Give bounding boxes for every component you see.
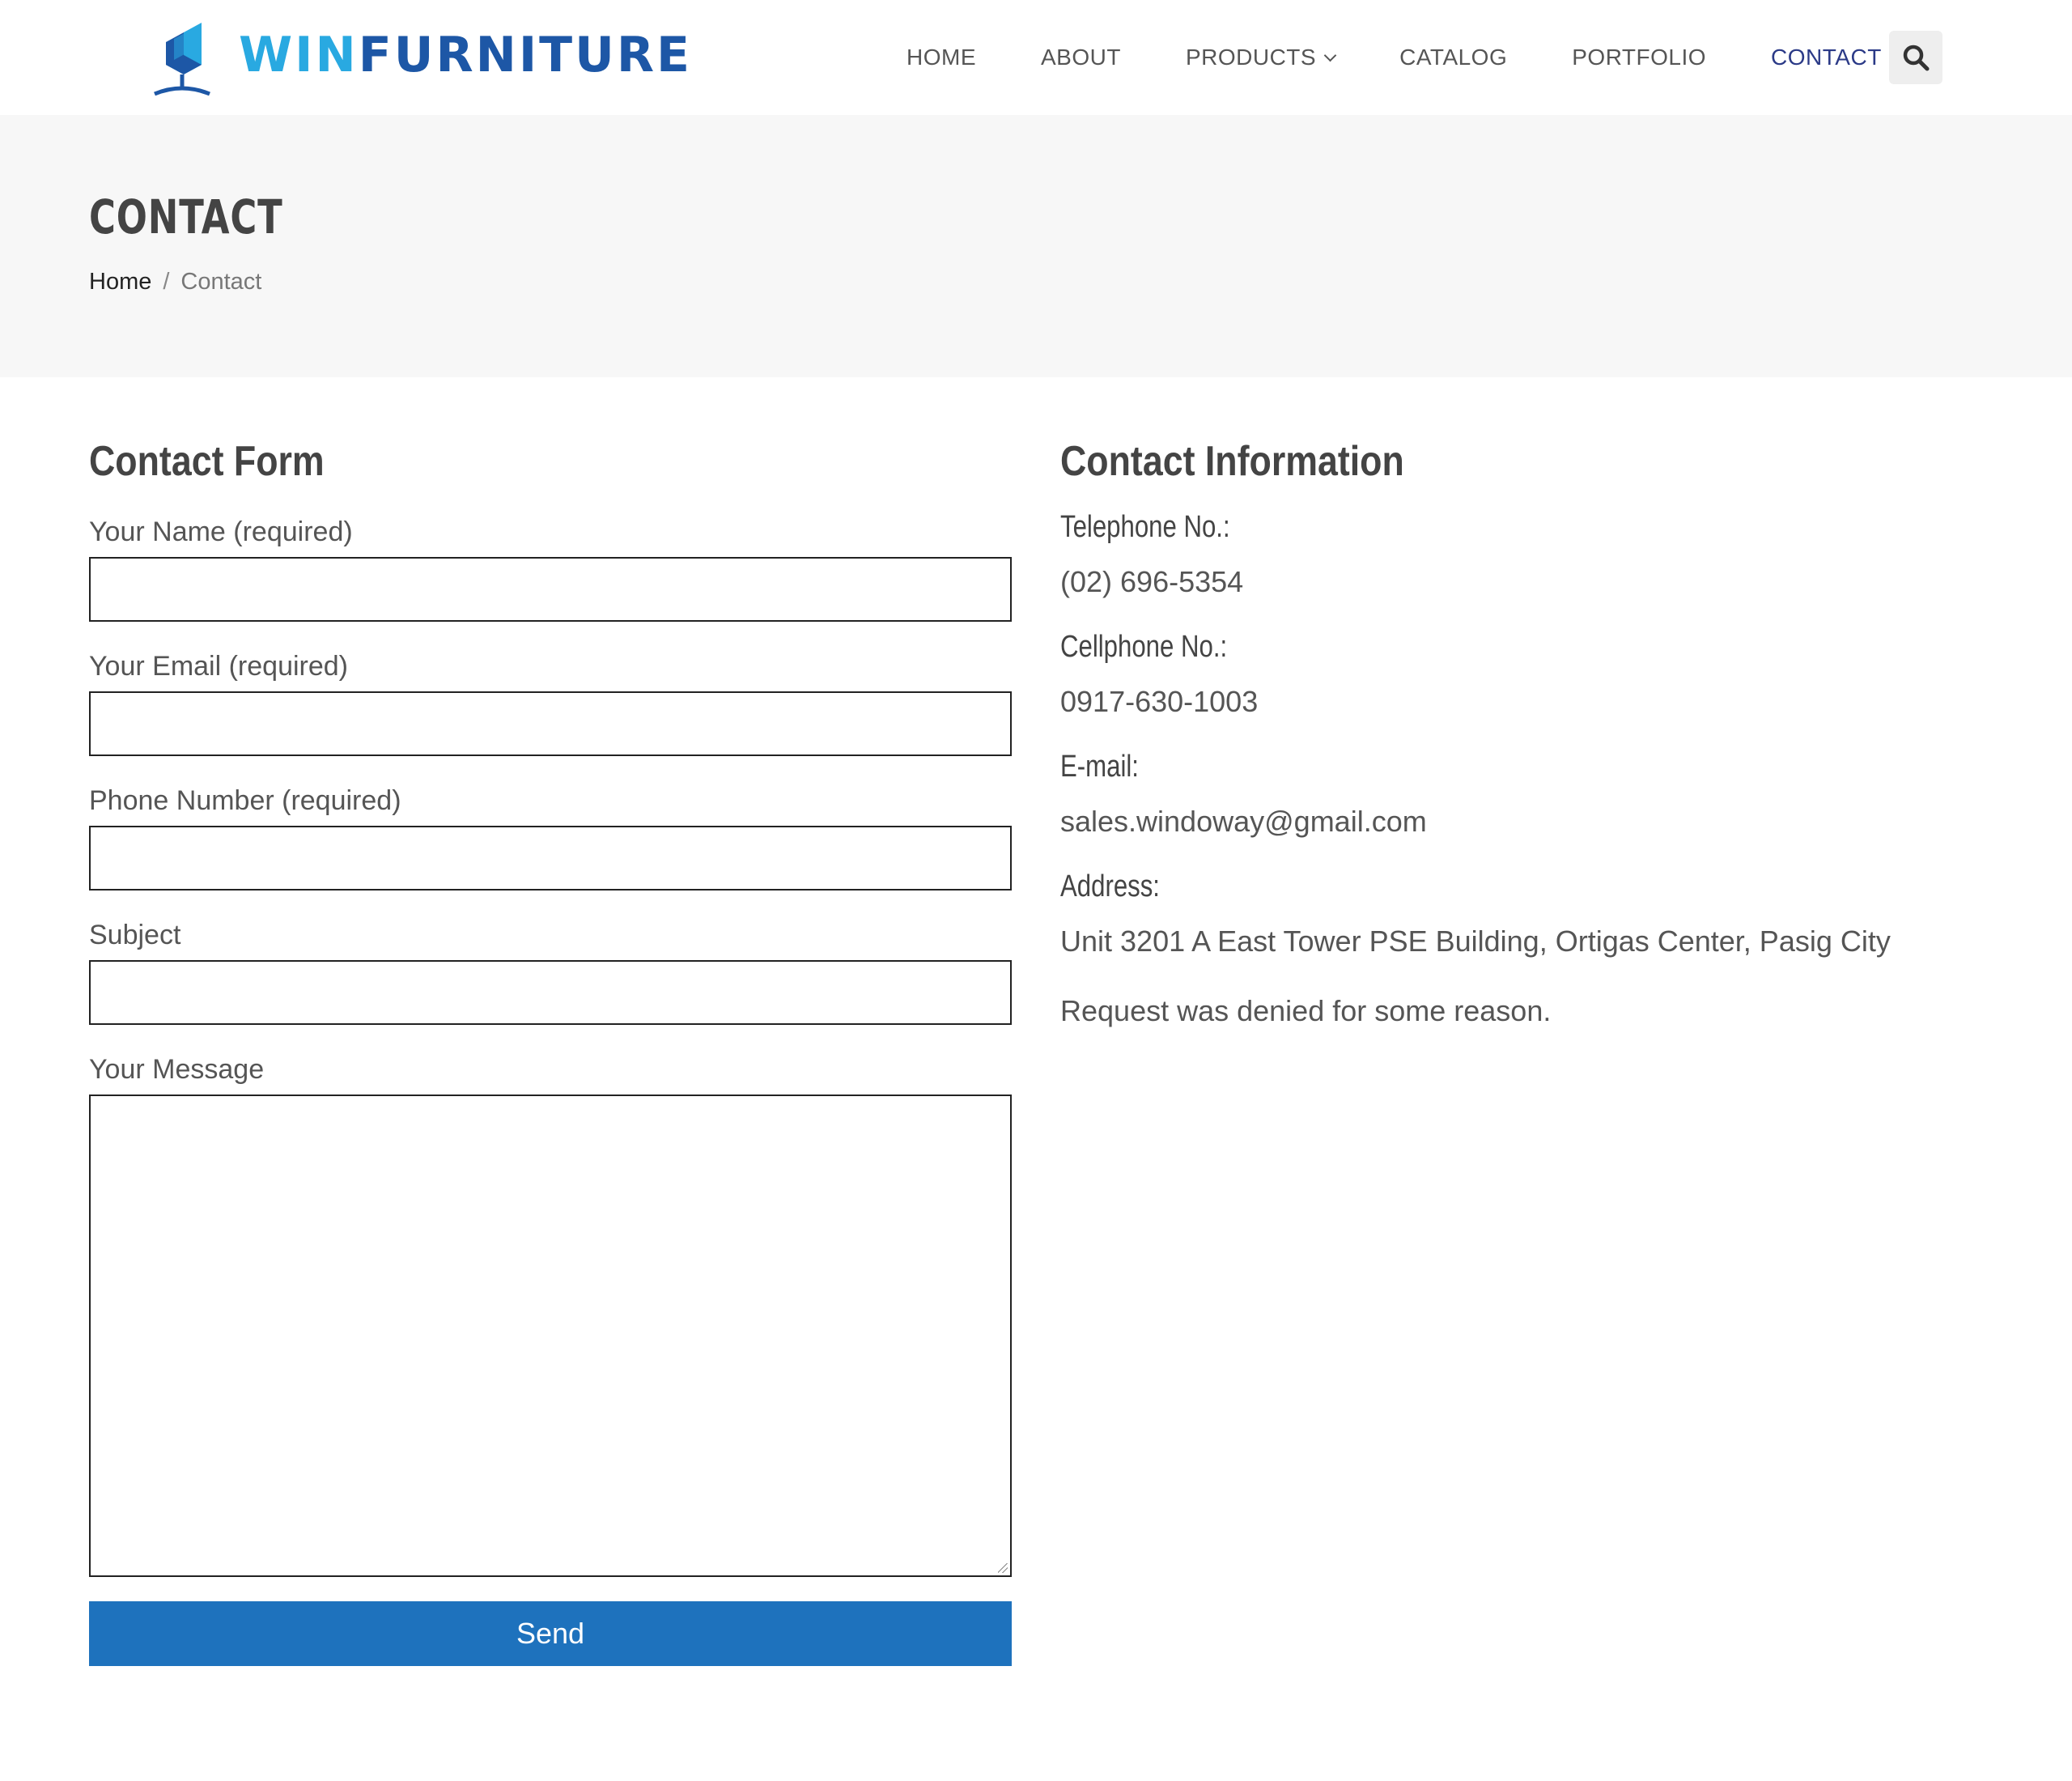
- breadcrumb-home-link[interactable]: Home: [89, 269, 151, 295]
- nav-portfolio[interactable]: PORTFOLIO: [1572, 45, 1706, 70]
- breadcrumb-current: Contact: [180, 269, 262, 295]
- send-button[interactable]: Send: [89, 1601, 1012, 1666]
- phone-label: Phone Number (required): [89, 785, 401, 816]
- nav-home[interactable]: HOME: [906, 45, 976, 70]
- cellphone-value: 0917-630-1003: [1060, 685, 1259, 718]
- telephone-label: Telephone No.:: [1060, 510, 1230, 544]
- search-button[interactable]: [1889, 31, 1942, 84]
- breadcrumb: Home / Contact: [89, 269, 261, 295]
- breadcrumb-separator: /: [163, 269, 170, 295]
- page-title: CONTACT: [89, 189, 283, 244]
- contact-info-title: Contact Information: [1060, 438, 1404, 485]
- page-title-band: CONTACT Home / Contact: [0, 115, 2072, 377]
- logo-win-text: WIN: [239, 27, 359, 83]
- logo-wordmark: WINFURNITURE: [239, 31, 692, 79]
- nav-about[interactable]: ABOUT: [1041, 45, 1121, 70]
- name-field[interactable]: [89, 557, 1012, 622]
- subject-label: Subject: [89, 920, 181, 950]
- message-textarea[interactable]: [89, 1095, 1012, 1577]
- email-info-value[interactable]: sales.windoway@gmail.com: [1060, 805, 1427, 839]
- status-message: Request was denied for some reason.: [1060, 994, 1552, 1027]
- cellphone-label: Cellphone No.:: [1060, 630, 1228, 664]
- site-logo[interactable]: WINFURNITURE: [150, 18, 690, 99]
- telephone-value: (02) 696-5354: [1060, 565, 1244, 598]
- nav-contact[interactable]: CONTACT: [1771, 45, 1882, 70]
- nav-products[interactable]: PRODUCTS: [1185, 45, 1337, 70]
- message-label: Your Message: [89, 1054, 265, 1085]
- subject-field[interactable]: [89, 960, 1012, 1025]
- nav-catalog[interactable]: CATALOG: [1399, 45, 1507, 70]
- site-header: WINFURNITURE HOME ABOUT PRODUCTS CATALOG…: [0, 0, 2072, 115]
- contact-form-title: Contact Form: [89, 438, 325, 485]
- main-nav: HOME ABOUT PRODUCTS CATALOG PORTFOLIO CO…: [906, 0, 1947, 115]
- chair-logo-icon: [154, 23, 210, 96]
- resize-handle-icon[interactable]: [998, 1563, 1008, 1573]
- search-icon: [1903, 45, 1930, 71]
- email-field[interactable]: [89, 691, 1012, 756]
- email-label: Your Email (required): [89, 651, 348, 682]
- address-value: Unit 3201 A East Tower PSE Building, Ort…: [1060, 925, 1891, 958]
- nav-products-label: PRODUCTS: [1185, 45, 1317, 70]
- address-label: Address:: [1060, 869, 1160, 903]
- chevron-down-icon: [1323, 49, 1337, 62]
- email-info-label: E-mail:: [1060, 750, 1139, 784]
- name-label: Your Name (required): [89, 516, 353, 547]
- logo-furniture-text: FURNITURE: [358, 27, 693, 83]
- phone-field[interactable]: [89, 826, 1012, 890]
